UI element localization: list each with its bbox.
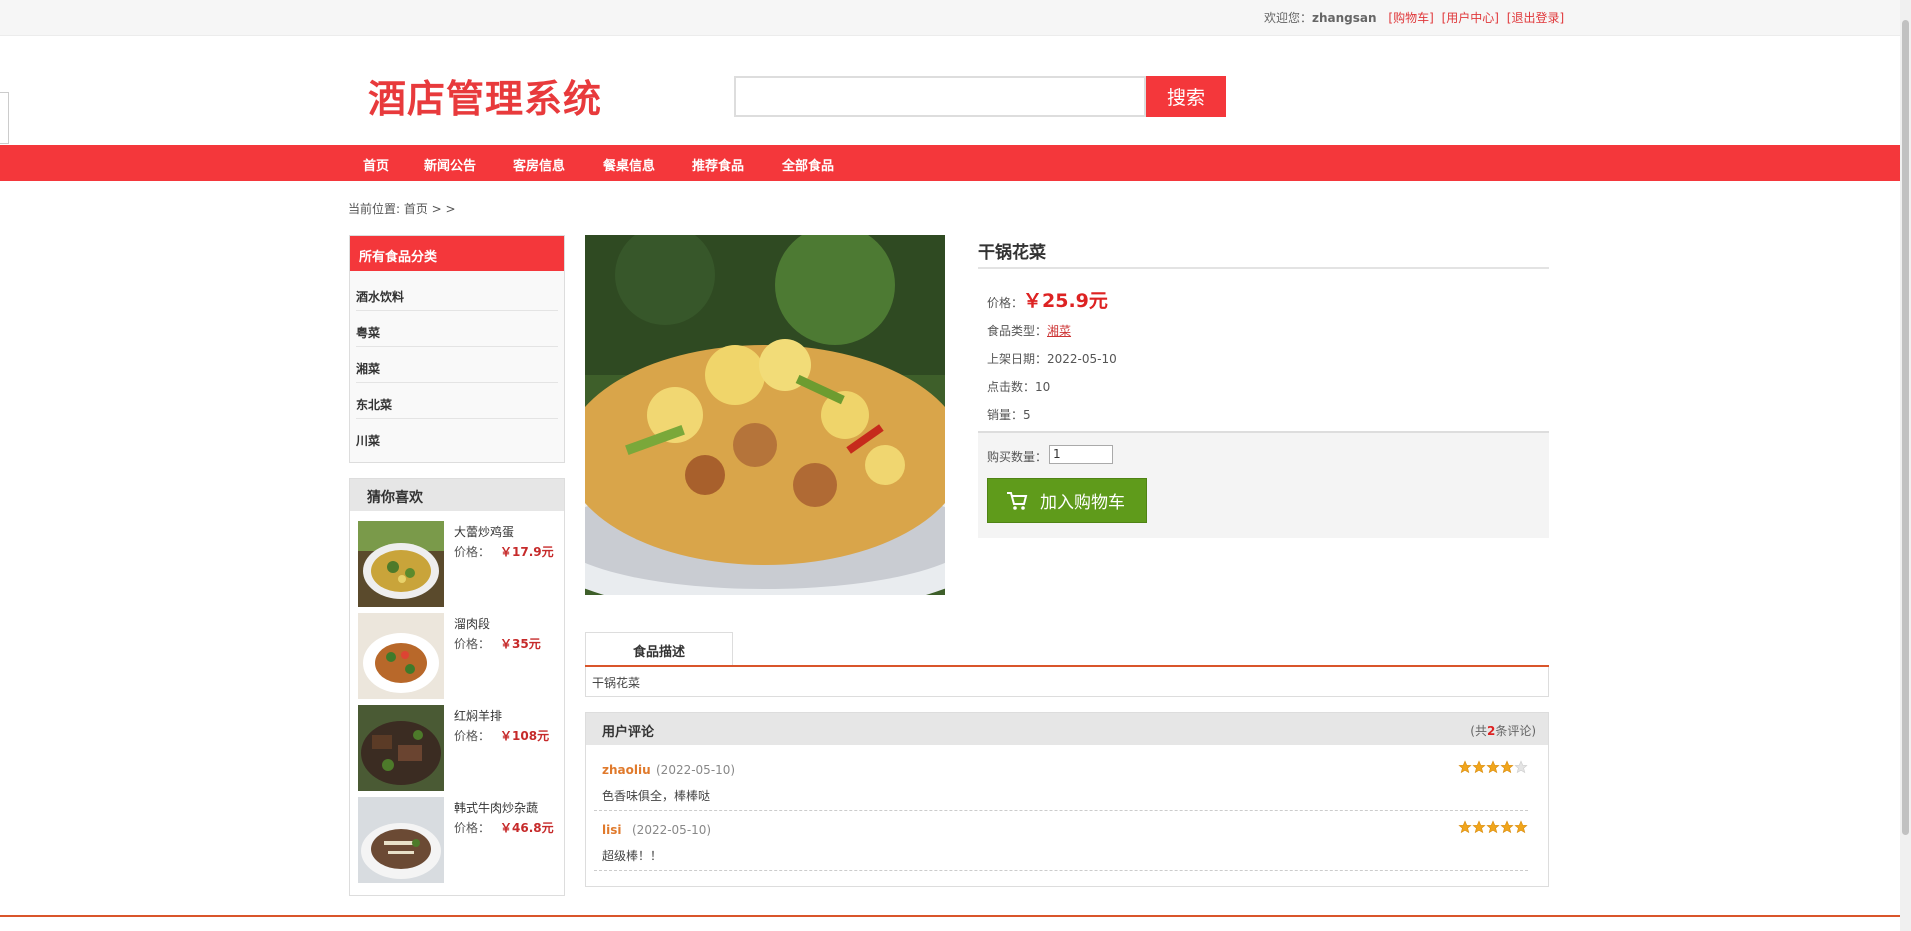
quantity-label: 购买数量： (987, 450, 1048, 464)
recommend-name[interactable]: 韩式牛肉炒杂蔬 (454, 799, 538, 816)
nav-rooms[interactable]: 客房信息 (513, 155, 565, 174)
comment-item: zhaoliu (2022-05-10) 色香味俱全，棒棒哒 (594, 751, 1528, 811)
search-button[interactable]: 搜索 (1146, 76, 1226, 117)
sales-row: 销量：5 (987, 408, 1031, 422)
rating-stars (1458, 760, 1528, 774)
add-to-cart-label: 加入购物车 (1040, 493, 1125, 513)
star-empty-icon (1514, 760, 1528, 774)
username: zhangsan (1312, 11, 1377, 25)
scrollbar-thumb[interactable] (1902, 20, 1909, 835)
add-to-cart-button[interactable]: 加入购物车 (987, 478, 1147, 523)
food-thumbnail[interactable] (358, 613, 444, 699)
comment-count: (共2条评论) (1470, 724, 1536, 738)
logout-link[interactable]: [退出登录] (1507, 11, 1564, 25)
recommend-panel: 猜你喜欢 大蕾炒鸡蛋 价格： ￥17.9元 溜肉段 价格： ￥35元 红焖羊排 … (349, 478, 565, 896)
comment-date: (2022-05-10) (656, 763, 736, 777)
description-text: 干锅花菜 (585, 667, 1549, 697)
food-thumbnail[interactable] (358, 705, 444, 791)
nav-all-food[interactable]: 全部食品 (782, 155, 834, 174)
comments-panel: 用户评论 (共2条评论) zhaoliu (2022-05-10) 色香味俱全，… (585, 712, 1549, 887)
footer-divider (0, 915, 1900, 917)
user-links: 欢迎您：zhangsan [购物车] [用户中心] [退出登录] (1264, 9, 1564, 26)
cart-link[interactable]: [购物车] (1388, 11, 1433, 25)
breadcrumb: 当前位置: 首页 > > (348, 202, 456, 216)
comment-text: 超级棒！！ (602, 849, 663, 863)
nav-recommended-food[interactable]: 推荐食品 (692, 155, 744, 174)
comment-user: zhaoliu (602, 763, 651, 777)
category-item[interactable]: 东北菜 (356, 383, 558, 419)
product-type-link[interactable]: 湘菜 (1047, 324, 1071, 338)
quantity-input[interactable]: 1 (1049, 445, 1113, 464)
food-thumbnail[interactable] (358, 797, 444, 883)
category-panel: 所有食品分类 酒水饮料 粤菜 湘菜 东北菜 川菜 (349, 235, 565, 463)
page-scrollbar[interactable] (1900, 0, 1911, 931)
recommend-item[interactable]: 溜肉段 价格： ￥35元 (358, 613, 558, 699)
site-logo[interactable]: 酒店管理系统 (368, 68, 602, 123)
user-center-link[interactable]: [用户中心] (1442, 11, 1499, 25)
buy-panel: 购买数量： 1 加入购物车 (978, 431, 1549, 538)
product-price: ￥25.9元 (1023, 290, 1108, 312)
category-title: 所有食品分类 (350, 236, 564, 271)
nav-news[interactable]: 新闻公告 (424, 155, 476, 174)
comment-item: lisi (2022-05-10) 超级棒！！ (594, 811, 1528, 871)
nav-tables[interactable]: 餐桌信息 (603, 155, 655, 174)
comment-text: 色香味俱全，棒棒哒 (602, 789, 711, 803)
recommend-price: 价格： ￥108元 (454, 729, 550, 743)
comment-date: (2022-05-10) (632, 823, 712, 837)
welcome-text: 欢迎您： (1264, 11, 1313, 25)
comments-header: 用户评论 (共2条评论) (586, 713, 1548, 745)
star-filled-icon (1486, 820, 1500, 834)
product-image (585, 235, 945, 595)
star-filled-icon (1514, 820, 1528, 834)
clicks-row: 点击数：10 (987, 380, 1051, 394)
price-row: 价格：￥25.9元 (987, 290, 1108, 312)
star-filled-icon (1486, 760, 1500, 774)
recommend-price: 价格： ￥17.9元 (454, 545, 554, 559)
cart-icon (1007, 491, 1028, 510)
recommend-item[interactable]: 大蕾炒鸡蛋 价格： ￥17.9元 (358, 521, 558, 607)
comments-title: 用户评论 (602, 725, 655, 740)
star-filled-icon (1458, 760, 1472, 774)
recommend-price: 价格： ￥35元 (454, 637, 541, 651)
recommend-price: 价格： ￥46.8元 (454, 821, 554, 835)
star-filled-icon (1500, 820, 1514, 834)
rating-stars (1458, 820, 1528, 834)
recommend-name[interactable]: 溜肉段 (454, 615, 490, 632)
category-item[interactable]: 酒水饮料 (356, 275, 558, 311)
recommend-name[interactable]: 红焖羊排 (454, 707, 502, 724)
recommend-title: 猜你喜欢 (350, 479, 564, 511)
category-item[interactable]: 川菜 (356, 419, 558, 455)
recommend-item[interactable]: 韩式牛肉炒杂蔬 价格： ￥46.8元 (358, 797, 558, 883)
recommend-item[interactable]: 红焖羊排 价格： ￥108元 (358, 705, 558, 791)
date-row: 上架日期：2022-05-10 (987, 352, 1117, 366)
top-bar: 欢迎您：zhangsan [购物车] [用户中心] [退出登录] (0, 0, 1900, 36)
side-tab-handle[interactable] (0, 92, 9, 144)
category-item[interactable]: 粤菜 (356, 311, 558, 347)
type-row: 食品类型：湘菜 (987, 324, 1072, 338)
star-filled-icon (1458, 820, 1472, 834)
nav-home[interactable]: 首页 (363, 155, 389, 174)
comment-user: lisi (602, 823, 622, 837)
food-thumbnail[interactable] (358, 521, 444, 607)
star-filled-icon (1472, 820, 1486, 834)
category-item[interactable]: 湘菜 (356, 347, 558, 383)
main-nav: 首页 新闻公告 客房信息 餐桌信息 推荐食品 全部食品 (0, 145, 1900, 181)
tab-description[interactable]: 食品描述 (585, 632, 733, 665)
search-input[interactable] (734, 76, 1146, 117)
product-title: 干锅花菜 (978, 236, 1549, 269)
star-filled-icon (1472, 760, 1486, 774)
recommend-name[interactable]: 大蕾炒鸡蛋 (454, 523, 514, 540)
star-filled-icon (1500, 760, 1514, 774)
